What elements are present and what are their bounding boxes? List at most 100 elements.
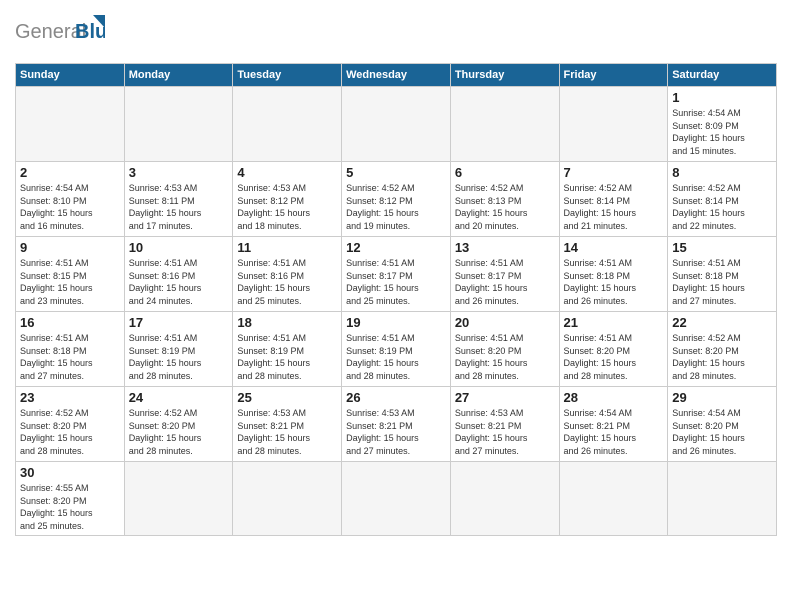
calendar-cell (342, 87, 451, 162)
calendar-cell (233, 462, 342, 536)
day-info: Sunrise: 4:52 AM Sunset: 8:14 PM Dayligh… (564, 182, 664, 232)
calendar-cell (668, 462, 777, 536)
day-info: Sunrise: 4:51 AM Sunset: 8:17 PM Dayligh… (346, 257, 446, 307)
day-number: 29 (672, 390, 772, 405)
calendar-cell: 18 Sunrise: 4:51 AM Sunset: 8:19 PM Dayli… (233, 312, 342, 387)
weekday-header-row: SundayMondayTuesdayWednesdayThursdayFrid… (16, 64, 777, 87)
day-info: Sunrise: 4:52 AM Sunset: 8:13 PM Dayligh… (455, 182, 555, 232)
day-number: 30 (20, 465, 120, 480)
calendar-cell: 9 Sunrise: 4:51 AM Sunset: 8:15 PM Daylig… (16, 237, 125, 312)
day-number: 3 (129, 165, 229, 180)
day-number: 4 (237, 165, 337, 180)
day-info: Sunrise: 4:52 AM Sunset: 8:20 PM Dayligh… (129, 407, 229, 457)
day-number: 19 (346, 315, 446, 330)
calendar-cell: 25Sunrise: 4:53 AM Sunset: 8:21 PM Dayli… (233, 387, 342, 462)
calendar-cell: 13 Sunrise: 4:51 AM Sunset: 8:17 PM Dayli… (450, 237, 559, 312)
day-number: 14 (564, 240, 664, 255)
calendar-cell: 19 Sunrise: 4:51 AM Sunset: 8:19 PM Dayli… (342, 312, 451, 387)
calendar-cell (16, 87, 125, 162)
day-number: 1 (672, 90, 772, 105)
calendar-cell: 3 Sunrise: 4:53 AM Sunset: 8:11 PM Daylig… (124, 162, 233, 237)
calendar-cell: 1 Sunrise: 4:54 AM Sunset: 8:09 PM Daylig… (668, 87, 777, 162)
day-info: Sunrise: 4:52 AM Sunset: 8:20 PM Dayligh… (20, 407, 120, 457)
day-number: 27 (455, 390, 555, 405)
weekday-header-saturday: Saturday (668, 64, 777, 87)
day-info: Sunrise: 4:54 AM Sunset: 8:21 PM Dayligh… (564, 407, 664, 457)
calendar-cell (559, 87, 668, 162)
logo-text: General Blue (15, 10, 105, 55)
weekday-header-wednesday: Wednesday (342, 64, 451, 87)
header: General Blue (15, 10, 777, 55)
day-number: 24 (129, 390, 229, 405)
calendar-cell: 27 Sunrise: 4:53 AM Sunset: 8:21 PM Dayli… (450, 387, 559, 462)
day-number: 9 (20, 240, 120, 255)
day-info: Sunrise: 4:51 AM Sunset: 8:18 PM Dayligh… (672, 257, 772, 307)
day-info: Sunrise: 4:53 AM Sunset: 8:21 PM Dayligh… (346, 407, 446, 457)
day-info: Sunrise: 4:53 AM Sunset: 8:11 PM Dayligh… (129, 182, 229, 232)
day-info: Sunrise: 4:51 AM Sunset: 8:20 PM Dayligh… (455, 332, 555, 382)
day-number: 10 (129, 240, 229, 255)
calendar-cell: 23Sunrise: 4:52 AM Sunset: 8:20 PM Dayli… (16, 387, 125, 462)
svg-text:Blue: Blue (75, 21, 105, 43)
day-number: 12 (346, 240, 446, 255)
calendar-cell: 21Sunrise: 4:51 AM Sunset: 8:20 PM Dayli… (559, 312, 668, 387)
calendar-cell: 20 Sunrise: 4:51 AM Sunset: 8:20 PM Dayli… (450, 312, 559, 387)
day-info: Sunrise: 4:54 AM Sunset: 8:20 PM Dayligh… (672, 407, 772, 457)
calendar-cell: 12 Sunrise: 4:51 AM Sunset: 8:17 PM Dayli… (342, 237, 451, 312)
day-number: 25 (237, 390, 337, 405)
day-number: 13 (455, 240, 555, 255)
day-info: Sunrise: 4:51 AM Sunset: 8:19 PM Dayligh… (237, 332, 337, 382)
calendar-week-4: 16 Sunrise: 4:51 AM Sunset: 8:18 PM Dayli… (16, 312, 777, 387)
calendar-week-1: 1 Sunrise: 4:54 AM Sunset: 8:09 PM Daylig… (16, 87, 777, 162)
weekday-header-thursday: Thursday (450, 64, 559, 87)
calendar-cell: 6 Sunrise: 4:52 AM Sunset: 8:13 PM Daylig… (450, 162, 559, 237)
calendar-cell: 11Sunrise: 4:51 AM Sunset: 8:16 PM Dayli… (233, 237, 342, 312)
calendar-cell (124, 462, 233, 536)
calendar-cell: 22 Sunrise: 4:52 AM Sunset: 8:20 PM Dayli… (668, 312, 777, 387)
day-number: 26 (346, 390, 446, 405)
day-number: 20 (455, 315, 555, 330)
calendar-cell (342, 462, 451, 536)
day-number: 6 (455, 165, 555, 180)
calendar-cell: 30 Sunrise: 4:55 AM Sunset: 8:20 PM Dayli… (16, 462, 125, 536)
calendar-cell: 28Sunrise: 4:54 AM Sunset: 8:21 PM Dayli… (559, 387, 668, 462)
day-info: Sunrise: 4:51 AM Sunset: 8:19 PM Dayligh… (346, 332, 446, 382)
weekday-header-tuesday: Tuesday (233, 64, 342, 87)
day-info: Sunrise: 4:51 AM Sunset: 8:15 PM Dayligh… (20, 257, 120, 307)
calendar-table: SundayMondayTuesdayWednesdayThursdayFrid… (15, 63, 777, 536)
day-number: 7 (564, 165, 664, 180)
day-info: Sunrise: 4:51 AM Sunset: 8:17 PM Dayligh… (455, 257, 555, 307)
day-info: Sunrise: 4:54 AM Sunset: 8:09 PM Dayligh… (672, 107, 772, 157)
calendar-cell (450, 462, 559, 536)
day-info: Sunrise: 4:51 AM Sunset: 8:18 PM Dayligh… (564, 257, 664, 307)
day-info: Sunrise: 4:54 AM Sunset: 8:10 PM Dayligh… (20, 182, 120, 232)
calendar-cell (233, 87, 342, 162)
calendar-cell (124, 87, 233, 162)
day-info: Sunrise: 4:52 AM Sunset: 8:20 PM Dayligh… (672, 332, 772, 382)
calendar-cell: 10Sunrise: 4:51 AM Sunset: 8:16 PM Dayli… (124, 237, 233, 312)
day-number: 8 (672, 165, 772, 180)
day-info: Sunrise: 4:53 AM Sunset: 8:21 PM Dayligh… (455, 407, 555, 457)
day-number: 16 (20, 315, 120, 330)
day-number: 18 (237, 315, 337, 330)
calendar-week-6: 30 Sunrise: 4:55 AM Sunset: 8:20 PM Dayli… (16, 462, 777, 536)
calendar-cell: 15Sunrise: 4:51 AM Sunset: 8:18 PM Dayli… (668, 237, 777, 312)
day-info: Sunrise: 4:53 AM Sunset: 8:12 PM Dayligh… (237, 182, 337, 232)
logo: General Blue (15, 10, 105, 55)
calendar-cell: 4 Sunrise: 4:53 AM Sunset: 8:12 PM Daylig… (233, 162, 342, 237)
day-info: Sunrise: 4:51 AM Sunset: 8:16 PM Dayligh… (237, 257, 337, 307)
day-info: Sunrise: 4:51 AM Sunset: 8:18 PM Dayligh… (20, 332, 120, 382)
calendar-week-5: 23Sunrise: 4:52 AM Sunset: 8:20 PM Dayli… (16, 387, 777, 462)
calendar-cell: 29 Sunrise: 4:54 AM Sunset: 8:20 PM Dayli… (668, 387, 777, 462)
calendar-cell: 8 Sunrise: 4:52 AM Sunset: 8:14 PM Daylig… (668, 162, 777, 237)
day-info: Sunrise: 4:51 AM Sunset: 8:20 PM Dayligh… (564, 332, 664, 382)
calendar-week-3: 9 Sunrise: 4:51 AM Sunset: 8:15 PM Daylig… (16, 237, 777, 312)
day-info: Sunrise: 4:55 AM Sunset: 8:20 PM Dayligh… (20, 482, 120, 532)
weekday-header-sunday: Sunday (16, 64, 125, 87)
day-info: Sunrise: 4:52 AM Sunset: 8:12 PM Dayligh… (346, 182, 446, 232)
day-info: Sunrise: 4:52 AM Sunset: 8:14 PM Dayligh… (672, 182, 772, 232)
calendar-cell: 26 Sunrise: 4:53 AM Sunset: 8:21 PM Dayli… (342, 387, 451, 462)
day-number: 22 (672, 315, 772, 330)
calendar-cell: 16 Sunrise: 4:51 AM Sunset: 8:18 PM Dayli… (16, 312, 125, 387)
calendar-cell: 5Sunrise: 4:52 AM Sunset: 8:12 PM Daylig… (342, 162, 451, 237)
